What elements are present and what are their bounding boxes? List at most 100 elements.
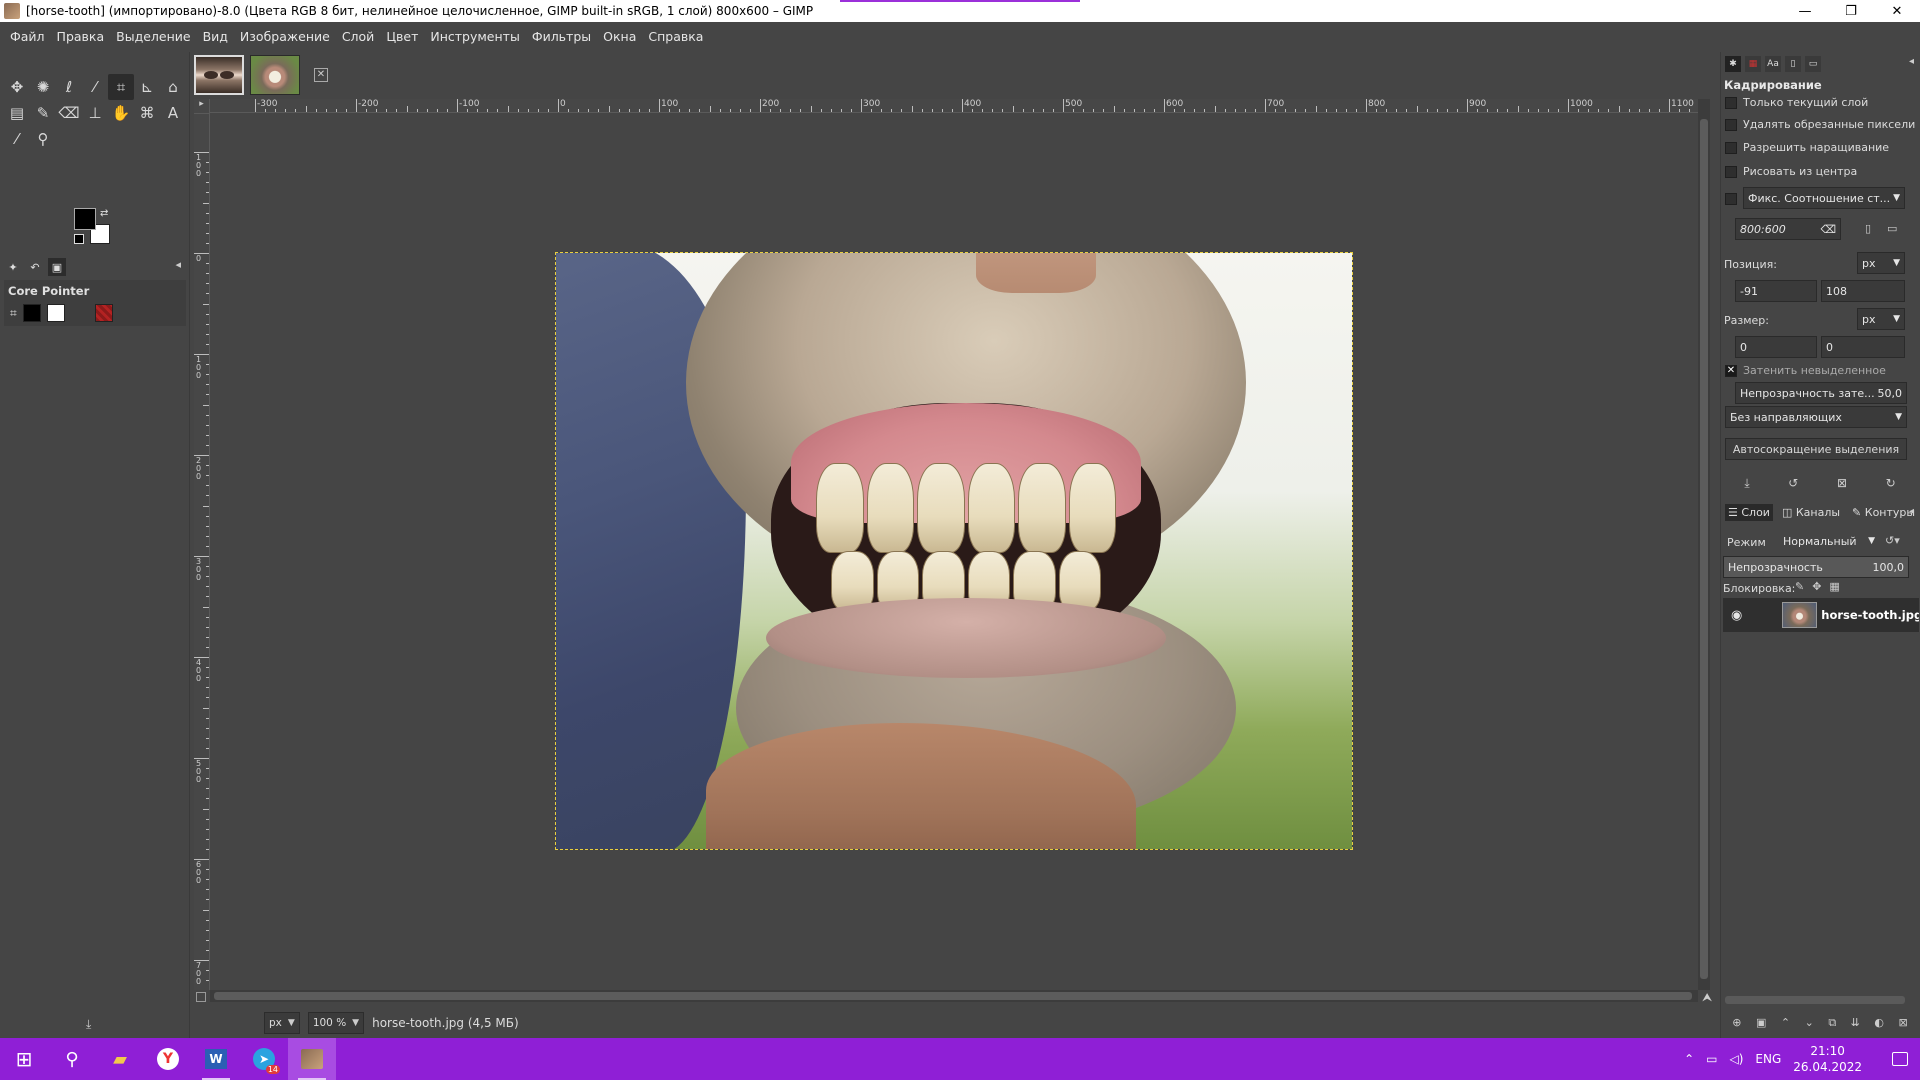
navigate-icon[interactable]: ⮝ [1702, 990, 1712, 1005]
size-width-input[interactable]: 0 [1735, 336, 1817, 358]
search-icon[interactable]: ⚲ [48, 1038, 96, 1080]
eye-icon[interactable]: ◉ [1731, 608, 1750, 623]
highlight-opacity-slider[interactable]: Непрозрачность зате... 50,0 [1735, 382, 1907, 404]
mask-icon[interactable]: ◐ [1874, 1016, 1884, 1030]
reset-colors-icon[interactable] [74, 234, 84, 244]
guides-select[interactable]: Без направляющих ▼ [1725, 406, 1907, 428]
images-tab-icon[interactable]: ▭ [1805, 56, 1821, 72]
foreground-color-swatch[interactable] [74, 208, 96, 230]
windows-start-icon[interactable]: ⊞ [0, 1038, 48, 1080]
new-layer-icon[interactable]: ⊕ [1732, 1016, 1741, 1030]
horizontal-ruler[interactable]: -300 -200 -100 0 100 200 300 400 500 600 700 800 900… [210, 99, 1698, 113]
menu-help[interactable]: Справка [642, 22, 709, 52]
zoom-select[interactable]: 100 % ▼ [307, 1012, 365, 1034]
menu-select[interactable]: Выделение [110, 22, 196, 52]
checkbox-checked-icon[interactable]: ✕ [1725, 364, 1737, 377]
menu-file[interactable]: Файл [4, 22, 51, 52]
warp-icon[interactable]: ⌂ [160, 74, 186, 100]
close-tab-icon[interactable]: ✕ [314, 68, 328, 82]
lower-layer-icon[interactable]: ⌄ [1805, 1016, 1814, 1030]
tab-layers[interactable]: ☰ Слои [1725, 503, 1773, 521]
fixed-checkbox[interactable] [1725, 193, 1737, 205]
layer-row[interactable]: ◉ horse-tooth.jpg [1723, 598, 1919, 632]
volume-icon[interactable]: ◁) [1730, 1052, 1744, 1066]
checkbox[interactable] [1725, 96, 1737, 109]
menu-image[interactable]: Изображение [234, 22, 336, 52]
opacity-slider[interactable]: Непрозрачность 100,0 [1723, 556, 1909, 578]
word-icon[interactable]: W [192, 1038, 240, 1080]
delete-layer-icon[interactable]: ⊠ [1899, 1016, 1908, 1030]
allow-growing-option[interactable]: Разрешить наращивание [1725, 141, 1889, 154]
gimp-taskbar-icon[interactable] [288, 1038, 336, 1080]
unit-select[interactable]: px ▼ [264, 1012, 300, 1034]
text-icon[interactable]: A [160, 100, 186, 126]
device-status-tab-icon[interactable]: ▣ [48, 258, 66, 276]
checkbox[interactable] [1725, 118, 1737, 131]
language-indicator[interactable]: ENG [1755, 1052, 1781, 1066]
patterns-tab-icon[interactable]: ▦ [1745, 56, 1761, 72]
menu-filters[interactable]: Фильтры [526, 22, 597, 52]
landscape-icon[interactable]: ▭ [1887, 222, 1897, 235]
auto-shrink-button[interactable]: Автосокращение выделения [1725, 438, 1907, 460]
layer-name[interactable]: horse-tooth.jpg [1821, 608, 1919, 622]
notifications-icon[interactable] [1892, 1052, 1908, 1066]
yandex-browser-icon[interactable]: Y [144, 1038, 192, 1080]
paths-icon[interactable]: ⌘ [134, 100, 160, 126]
network-icon[interactable]: ▭ [1706, 1052, 1717, 1066]
swap-colors-icon[interactable]: ⇄ [100, 208, 108, 219]
menu-tools[interactable]: Инструменты [424, 22, 525, 52]
checkbox[interactable] [1725, 141, 1737, 154]
save-options-icon[interactable]: ⤓ [1744, 476, 1749, 491]
vertical-ruler[interactable]: 100 0 100 200 300 400 500 600 700 [194, 114, 210, 990]
checkbox[interactable] [1725, 165, 1737, 178]
smudge-icon[interactable]: ✋ [108, 100, 134, 126]
minimize-button[interactable]: — [1782, 0, 1828, 22]
restore-options-icon[interactable]: ↺ [1788, 476, 1798, 491]
menu-colors[interactable]: Цвет [380, 22, 424, 52]
mode-select[interactable]: Нормальный ▼ [1779, 530, 1879, 552]
delete-options-icon[interactable]: ⊠ [1837, 476, 1847, 491]
fixed-select[interactable]: Фикс. Соотношение ст... ▼ [1743, 187, 1905, 209]
menu-windows[interactable]: Окна [597, 22, 642, 52]
image-canvas[interactable] [555, 252, 1353, 850]
image-tab-horse[interactable] [250, 55, 300, 95]
align-icon[interactable]: ⊾ [134, 74, 160, 100]
crop-icon[interactable]: ⌗ [108, 74, 134, 100]
telegram-icon[interactable]: ➤ 14 [240, 1038, 288, 1080]
horizontal-scrollbar[interactable] [210, 990, 1698, 1002]
position-y-input[interactable]: 108 [1821, 280, 1905, 302]
tab-paths[interactable]: ✎ Контуры [1849, 504, 1918, 521]
color-picker-icon[interactable]: ⁄ [4, 126, 30, 152]
file-explorer-icon[interactable]: ▰ [96, 1038, 144, 1080]
menu-view[interactable]: Вид [197, 22, 234, 52]
size-unit-select[interactable]: px ▼ [1857, 308, 1905, 330]
expand-from-center-option[interactable]: Рисовать из центра [1725, 165, 1857, 178]
zoom-icon[interactable]: ⚲ [30, 126, 56, 152]
fonts-tab-icon[interactable]: Aa [1765, 56, 1781, 72]
tool-options-tab-icon[interactable]: ✦ [4, 258, 22, 276]
reset-options-icon[interactable]: ↻ [1886, 476, 1896, 491]
layers-dock-menu-icon[interactable]: ◂ [1909, 506, 1914, 517]
portrait-icon[interactable]: ▯ [1865, 222, 1871, 235]
gradient-icon[interactable]: ▤ [4, 100, 30, 126]
close-button[interactable]: ✕ [1874, 0, 1920, 22]
dock-menu-icon[interactable]: ◂ [175, 258, 181, 271]
image-tab-eyes[interactable] [194, 55, 244, 95]
ruler-corner[interactable]: ▸ [194, 99, 210, 114]
horizontal-scroll-thumb[interactable] [214, 992, 1692, 1000]
clock[interactable]: 21:10 26.04.2022 [1793, 1043, 1862, 1075]
tab-channels[interactable]: ◫ Каналы [1779, 504, 1843, 521]
duplicate-layer-icon[interactable]: ⧉ [1828, 1016, 1836, 1030]
quick-mask-toggle[interactable] [196, 992, 206, 1002]
vertical-scrollbar[interactable] [1698, 99, 1710, 990]
document-tab-icon[interactable]: ▯ [1785, 56, 1801, 72]
canvas-area[interactable] [210, 114, 1698, 990]
wand-icon[interactable]: ⁄ [82, 74, 108, 100]
new-group-icon[interactable]: ▣ [1756, 1016, 1766, 1030]
clear-icon[interactable]: ⌫ [1820, 223, 1836, 236]
raise-layer-icon[interactable]: ⌃ [1781, 1016, 1790, 1030]
maximize-button[interactable]: ❐ [1828, 0, 1874, 22]
merge-layer-icon[interactable]: ⇊ [1851, 1016, 1860, 1030]
position-unit-select[interactable]: px ▼ [1857, 252, 1905, 274]
menu-edit[interactable]: Правка [51, 22, 111, 52]
